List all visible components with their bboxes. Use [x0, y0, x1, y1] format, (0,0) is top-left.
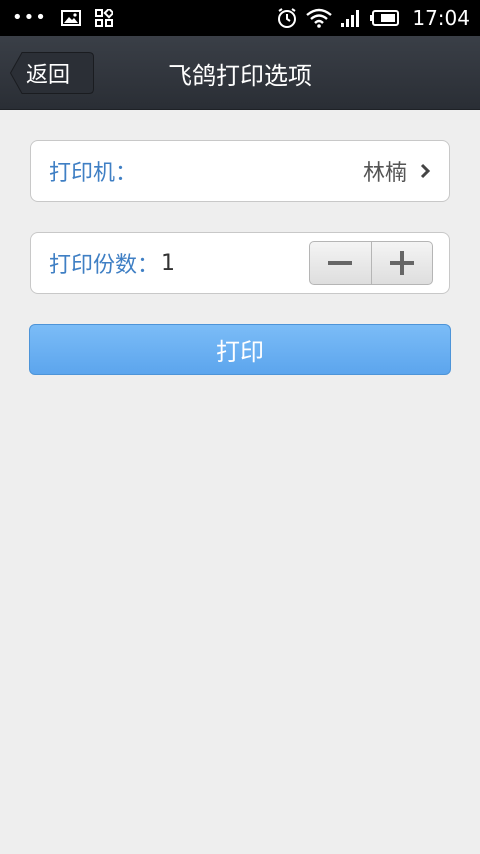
title-bar: 返回 飞鸽打印选项 [0, 36, 480, 110]
alarm-icon [276, 7, 298, 29]
wifi-icon [306, 8, 333, 28]
status-bar: ••• 17:04 [0, 0, 480, 36]
copies-row: 打印份数： 1 [30, 232, 450, 294]
chevron-right-icon [419, 163, 431, 179]
more-dots-icon: ••• [12, 7, 47, 28]
printer-value: 林楠 [362, 161, 407, 186]
print-button[interactable]: 打印 [29, 324, 451, 375]
signal-icon [340, 8, 362, 28]
status-time: 17:04 [412, 6, 470, 30]
status-right-icons: 17:04 [276, 6, 470, 30]
plus-icon [389, 251, 414, 275]
back-button-label: 返回 [26, 63, 71, 88]
battery-icon [370, 9, 400, 27]
copies-label: 打印份数： [49, 253, 160, 278]
back-button[interactable]: 返回 [10, 52, 94, 94]
increment-button[interactable] [372, 242, 433, 284]
status-left-icons: ••• [12, 9, 113, 27]
copies-stepper [309, 241, 433, 285]
decrement-button[interactable] [310, 242, 371, 284]
image-icon [60, 10, 81, 26]
printer-selector[interactable]: 打印机： 林楠 [30, 140, 450, 202]
apps-grid-icon [94, 9, 113, 27]
copies-value: 1 [161, 250, 176, 276]
minus-icon [328, 261, 353, 265]
print-button-label: 打印 [216, 338, 264, 366]
printer-label: 打印机： [49, 161, 138, 186]
